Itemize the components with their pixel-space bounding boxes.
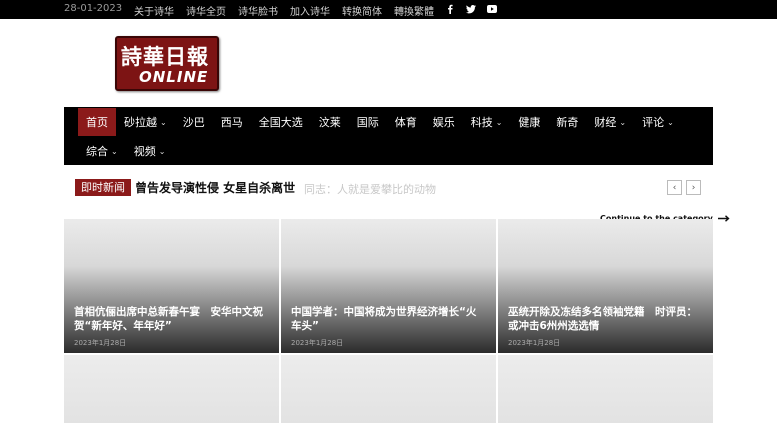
current-date: 28-01-2023 — [64, 3, 123, 14]
nav-item-label: 评论 — [642, 116, 665, 129]
nav-item[interactable]: 科技 ⌄ — [463, 108, 511, 136]
breaking-news-headline[interactable]: 曾告发导演性侵 女星自杀离世 — [135, 179, 295, 196]
chevron-down-icon: ⌄ — [160, 117, 167, 127]
article-date: 2023年1月28日 — [508, 339, 561, 347]
nav-item[interactable]: 视频 ⌄ — [126, 137, 174, 165]
nav-item[interactable]: 新奇 — [548, 108, 586, 136]
article-date: 2023年1月28日 — [291, 339, 344, 347]
chevron-down-icon: ⌄ — [111, 146, 118, 156]
nav-item-label: 财经 — [594, 116, 617, 129]
breaking-news-next-headline[interactable]: 同志：人就是爱攀比的动物 — [304, 181, 436, 197]
nav-item[interactable]: 沙巴 — [175, 108, 213, 136]
nav-item[interactable]: 综合 ⌄ — [78, 137, 126, 165]
article-date: 2023年1月28日 — [74, 339, 127, 347]
article-card[interactable]: 巫统开除及冻结多名领袖党籍 时评员：或冲击6州州选选情 2023年1月28日 — [498, 219, 713, 353]
nav-item-label: 综合 — [86, 145, 108, 158]
facebook-icon[interactable] — [445, 3, 455, 15]
nav-item[interactable]: 首页 — [78, 108, 116, 136]
chevron-down-icon: ⌄ — [495, 117, 503, 127]
nav-item[interactable]: 体育 — [387, 108, 425, 136]
article-title[interactable]: 中国学者：中国将成为世界经济增长“火车头” — [291, 305, 486, 333]
nav-item-label: 国际 — [356, 116, 379, 129]
nav-item-label: 视频 — [133, 145, 156, 158]
nav-item-label: 砂拉越 — [124, 116, 157, 129]
nav-row-secondary: 综合 ⌄ 视频 ⌄ — [78, 137, 173, 165]
article-card[interactable]: 首相伉俪出席中总新春午宴 安华中文祝贺“新年好、年年好” 2023年1月28日 — [64, 219, 279, 353]
article-card-placeholder[interactable] — [64, 355, 279, 423]
ticker-next-button[interactable]: › — [686, 180, 701, 195]
youtube-icon[interactable] — [487, 3, 497, 15]
site-logo[interactable]: 詩華日報 ONLINE — [115, 36, 219, 91]
logo-online-text: ONLINE — [139, 68, 209, 86]
nav-item-label: 首页 — [86, 116, 108, 129]
nav-item-label: 新奇 — [556, 116, 579, 129]
top-link-traditional[interactable]: 轉換繁體 — [394, 3, 434, 18]
nav-item-label: 科技 — [470, 116, 493, 129]
breaking-news-label: 即时新闻 — [75, 179, 131, 196]
nav-item[interactable]: 国际 — [349, 108, 387, 136]
nav-item-label: 体育 — [394, 116, 417, 129]
top-link-facebook[interactable]: 诗华脸书 — [238, 3, 278, 18]
nav-item-label: 汶莱 — [318, 116, 341, 129]
nav-item[interactable]: 财经 ⌄ — [586, 108, 634, 136]
top-link-full-page[interactable]: 诗华全页 — [186, 3, 226, 18]
top-link-simplified[interactable]: 转换简体 — [342, 3, 382, 18]
nav-row-primary: 首页 砂拉越 ⌄ 沙巴 西马 全国大选 汶莱 国际 体育 娱乐 科技 ⌄ 健康 新奇 财经 ⌄ 评论 ⌄ — [78, 108, 682, 136]
nav-item[interactable]: 评论 ⌄ — [634, 108, 682, 136]
chevron-down-icon: ⌄ — [667, 117, 674, 127]
nav-item-label: 全国大选 — [258, 116, 303, 129]
nav-item[interactable]: 西马 — [213, 108, 251, 136]
article-title[interactable]: 首相伉俪出席中总新春午宴 安华中文祝贺“新年好、年年好” — [74, 305, 269, 333]
nav-item[interactable]: 砂拉越 ⌄ — [116, 108, 175, 136]
nav-item-label: 西马 — [220, 116, 243, 129]
nav-item-label: 健康 — [518, 116, 541, 129]
nav-item[interactable]: 汶莱 — [311, 108, 349, 136]
article-card-placeholder[interactable] — [498, 355, 713, 423]
chevron-down-icon: ⌄ — [619, 117, 627, 127]
article-title[interactable]: 巫统开除及冻结多名领袖党籍 时评员：或冲击6州州选选情 — [508, 305, 703, 333]
top-links: 关于诗华 诗华全页 诗华脸书 加入诗华 转换简体 轉換繁體 — [134, 3, 434, 18]
nav-item-label: 娱乐 — [432, 116, 455, 129]
top-link-about[interactable]: 关于诗华 — [134, 3, 174, 18]
nav-item[interactable]: 娱乐 — [425, 108, 463, 136]
top-link-join[interactable]: 加入诗华 — [290, 3, 330, 18]
main-navigation: 首页 砂拉越 ⌄ 沙巴 西马 全国大选 汶莱 国际 体育 娱乐 科技 ⌄ 健康 新奇 财经 ⌄ 评论 ⌄ 综合 ⌄ 视… — [64, 107, 713, 165]
twitter-icon[interactable] — [466, 3, 476, 15]
ticker-arrows: ‹ › — [667, 180, 701, 195]
chevron-down-icon: ⌄ — [158, 146, 166, 156]
article-card[interactable]: 中国学者：中国将成为世界经济增长“火车头” 2023年1月28日 — [281, 219, 496, 353]
nav-item[interactable]: 全国大选 — [251, 108, 311, 136]
arrow-right-icon — [717, 215, 730, 222]
ticker-prev-button[interactable]: ‹ — [667, 180, 682, 195]
top-bar: 28-01-2023 关于诗华 诗华全页 诗华脸书 加入诗华 转换简体 轉換繁體 — [0, 0, 777, 19]
article-card-placeholder[interactable] — [281, 355, 496, 423]
nav-item-label: 沙巴 — [182, 116, 205, 129]
breaking-news-ticker: 即时新闻 曾告发导演性侵 女星自杀离世 同志：人就是爱攀比的动物 — [75, 179, 436, 196]
logo-chinese-text: 詩華日報 — [121, 44, 209, 69]
social-links — [445, 3, 497, 15]
nav-item[interactable]: 健康 — [510, 108, 548, 136]
